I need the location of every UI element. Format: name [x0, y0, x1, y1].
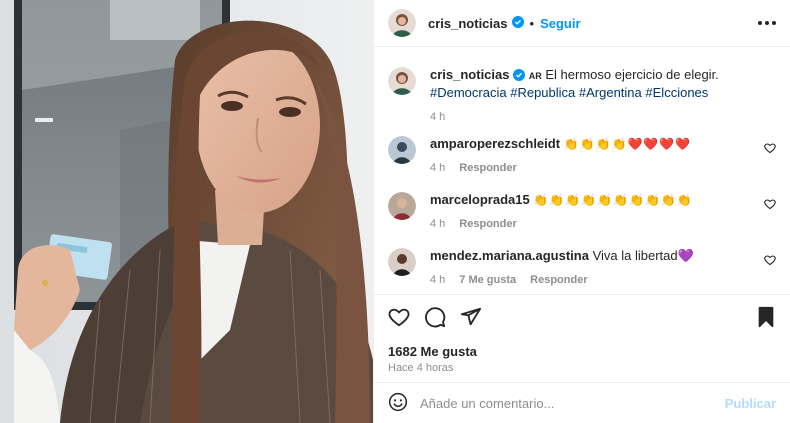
avatar[interactable] — [388, 9, 416, 37]
post-actions: 1682 Me gusta Hace 4 horas — [374, 294, 790, 374]
reply-button[interactable]: Responder — [459, 160, 516, 176]
follow-button[interactable]: Seguir — [540, 16, 580, 31]
comment-likes-count[interactable]: 7 Me gusta — [459, 272, 516, 288]
comment-text: 👏👏👏👏👏👏👏👏👏👏 — [533, 193, 693, 207]
hashtag-link[interactable]: #Republica — [510, 85, 575, 100]
comment-item: amparoperezschleidt 👏👏👏👏❤️❤️❤️❤️ 4 h Res… — [388, 136, 776, 176]
header-username[interactable]: cris_noticias — [428, 16, 508, 31]
emoji-icon[interactable] — [388, 392, 408, 415]
comment-username[interactable]: marceloprada15 — [430, 192, 530, 207]
hashtag-link[interactable]: #Democracia — [430, 85, 507, 100]
comments-list: cris_noticias AR El hermoso ejercicio de… — [374, 47, 790, 294]
comment-meta: 4 h Responder — [430, 216, 776, 232]
caption-username[interactable]: cris_noticias — [430, 67, 510, 82]
verified-badge-icon — [513, 69, 526, 85]
more-icon[interactable] — [758, 21, 776, 25]
header-separator: • — [529, 15, 535, 31]
flag-ar-icon: AR — [528, 71, 542, 81]
verified-badge-icon — [511, 15, 524, 31]
comment-avatar[interactable] — [388, 192, 416, 220]
comment-time[interactable]: 4 h — [430, 160, 445, 176]
comment-item: mendez.mariana.agustina Viva la libertad… — [388, 248, 776, 288]
instagram-post: cris_noticias • Seguir cris_noticias AR … — [0, 0, 790, 423]
comment-avatar[interactable] — [388, 136, 416, 164]
likes-count[interactable]: 1682 Me gusta — [388, 344, 776, 359]
caption-avatar-image — [388, 67, 416, 95]
comment-avatar-image — [388, 192, 416, 220]
comment-body: mendez.mariana.agustina Viva la libertad… — [430, 248, 776, 288]
comment-composer: Añade un comentario... Publicar — [374, 382, 790, 423]
caption-text: El hermoso ejercicio de elegir. — [545, 67, 719, 82]
comment-avatar[interactable] — [388, 248, 416, 276]
post-side-panel: cris_noticias • Seguir cris_noticias AR … — [373, 0, 790, 423]
post-photo-image — [0, 0, 373, 423]
caption: cris_noticias AR El hermoso ejercicio de… — [388, 67, 776, 125]
comment-avatar-image — [388, 248, 416, 276]
caption-meta: 4 h — [430, 109, 776, 125]
share-icon[interactable] — [460, 306, 482, 331]
hashtag-link[interactable]: #Argentina — [579, 85, 642, 100]
caption-avatar[interactable] — [388, 67, 416, 95]
comment-like-heart-icon[interactable] — [764, 142, 776, 157]
comment-icon[interactable] — [424, 306, 446, 331]
reply-button[interactable]: Responder — [530, 272, 587, 288]
comment-body: amparoperezschleidt 👏👏👏👏❤️❤️❤️❤️ 4 h Res… — [430, 136, 776, 176]
reply-button[interactable]: Responder — [459, 216, 516, 232]
comment-username[interactable]: mendez.mariana.agustina — [430, 248, 589, 263]
comment-body: marceloprada15 👏👏👏👏👏👏👏👏👏👏 4 h Responder — [430, 192, 776, 232]
post-timestamp[interactable]: Hace 4 horas — [388, 362, 776, 374]
comment-text: Viva la libertad💜 — [592, 248, 694, 263]
bookmark-icon[interactable] — [756, 306, 776, 331]
caption-time[interactable]: 4 h — [430, 109, 445, 125]
comment-time[interactable]: 4 h — [430, 216, 445, 232]
caption-body: cris_noticias AR El hermoso ejercicio de… — [430, 67, 776, 125]
avatar-image — [388, 9, 416, 37]
post-photo[interactable] — [0, 0, 373, 423]
comment-avatar-image — [388, 136, 416, 164]
post-header: cris_noticias • Seguir — [374, 0, 790, 47]
comment-meta: 4 h 7 Me gusta Responder — [430, 272, 776, 288]
heart-icon[interactable] — [388, 306, 410, 331]
comment-input[interactable]: Añade un comentario... — [420, 396, 725, 411]
comment-time[interactable]: 4 h — [430, 272, 445, 288]
comment-text: 👏👏👏👏❤️❤️❤️❤️ — [563, 137, 692, 151]
comment-like-heart-icon[interactable] — [764, 198, 776, 213]
comment-username[interactable]: amparoperezschleidt — [430, 136, 560, 151]
comment-meta: 4 h Responder — [430, 160, 776, 176]
hashtag-link[interactable]: #Elcciones — [645, 85, 708, 100]
publish-button[interactable]: Publicar — [725, 396, 776, 411]
action-icons — [388, 305, 776, 331]
comment-like-heart-icon[interactable] — [764, 254, 776, 269]
caption-text-line: cris_noticias AR El hermoso ejercicio de… — [430, 67, 776, 101]
comment-item: marceloprada15 👏👏👏👏👏👏👏👏👏👏 4 h Responder — [388, 192, 776, 232]
